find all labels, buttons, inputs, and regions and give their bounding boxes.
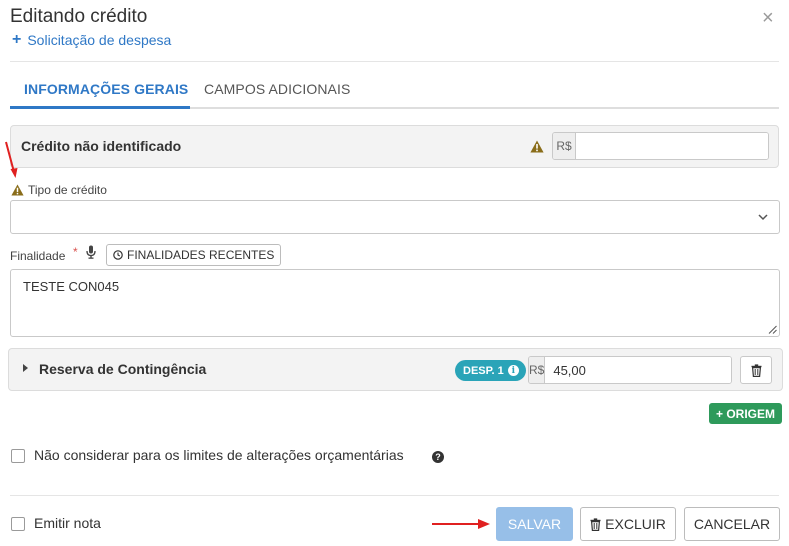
issue-note-checkbox[interactable] (11, 517, 25, 531)
dialog-title: Editando crédito (10, 6, 148, 27)
credit-type-select[interactable] (10, 200, 780, 234)
delete-button[interactable]: EXCLUIR (580, 507, 676, 541)
expense-badge-label: DESP. 1 (463, 364, 504, 377)
tab-campos-adicionais[interactable]: CAMPOS ADICIONAIS (204, 81, 350, 97)
delete-row-button[interactable] (740, 356, 772, 384)
clock-icon (113, 250, 123, 260)
plus-icon: + (12, 31, 22, 48)
tab-active-indicator (10, 106, 190, 109)
currency-addon: R$ (529, 357, 546, 383)
chevron-down-icon (758, 214, 768, 221)
expense-badge[interactable]: DESP. 1 i (455, 360, 526, 381)
contingency-amount-input[interactable] (545, 357, 731, 383)
budget-limits-checkbox[interactable] (11, 449, 25, 463)
resize-handle-icon[interactable] (768, 325, 777, 334)
microphone-icon[interactable] (86, 245, 96, 259)
cancel-button[interactable]: CANCELAR (684, 507, 780, 541)
budget-limits-label[interactable]: Não considerar para os limites de altera… (34, 447, 404, 463)
purpose-textarea[interactable]: TESTE CON045 (10, 269, 780, 337)
close-icon[interactable]: × (762, 8, 774, 28)
expense-request-label: Solicitação de despesa (27, 32, 172, 48)
save-button[interactable]: SALVAR (496, 507, 573, 541)
question-circle-icon[interactable]: ? (432, 451, 444, 463)
credit-type-label: Tipo de crédito (28, 183, 107, 197)
delete-button-label: EXCLUIR (605, 516, 666, 532)
caret-right-icon[interactable] (23, 364, 28, 372)
credit-label: Crédito não identificado (21, 138, 182, 154)
expense-request-link[interactable]: + Solicitação de despesa (12, 31, 172, 49)
trash-icon (590, 517, 601, 531)
purpose-label: Finalidade (10, 249, 66, 263)
info-icon: i (507, 365, 519, 376)
contingency-label[interactable]: Reserva de Contingência (39, 361, 206, 377)
annotation-arrow-icon (432, 519, 490, 529)
contingency-amount-group: R$ (528, 356, 732, 384)
add-origin-button[interactable]: + ORIGEM (709, 403, 783, 424)
required-mark: * (73, 245, 78, 259)
warning-icon (11, 184, 24, 196)
credit-amount-group: R$ (552, 132, 769, 160)
currency-addon: R$ (553, 133, 576, 159)
header-divider (10, 61, 779, 62)
credit-amount-input[interactable] (576, 133, 768, 159)
issue-note-label[interactable]: Emitir nota (34, 515, 101, 531)
recent-purposes-label: FINALIDADES RECENTES (127, 248, 275, 262)
footer-divider (10, 495, 779, 496)
warning-icon (530, 140, 544, 153)
annotation-arrow-icon (5, 141, 18, 178)
recent-purposes-button[interactable]: FINALIDADES RECENTES (106, 244, 282, 266)
trash-icon (751, 363, 761, 377)
tab-informacoes-gerais[interactable]: INFORMAÇÕES GERAIS (24, 81, 188, 97)
